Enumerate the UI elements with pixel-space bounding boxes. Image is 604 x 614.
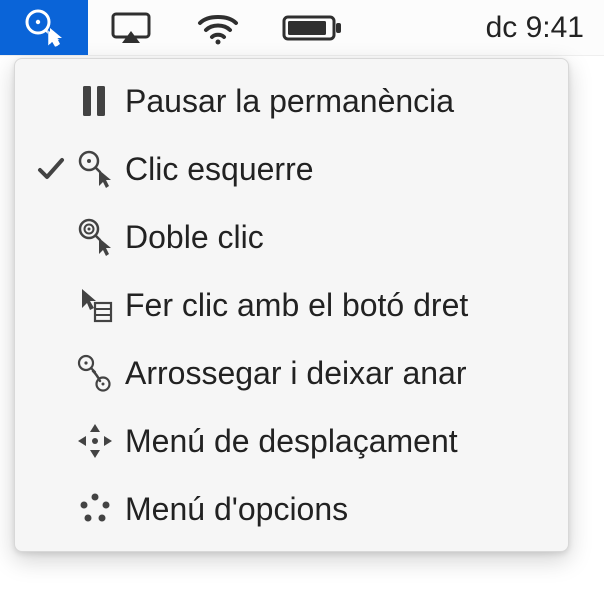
dwell-status-icon[interactable] [0, 0, 88, 55]
menu-item-scroll-menu[interactable]: Menú de desplaçament [15, 407, 568, 475]
pause-icon [80, 84, 110, 118]
menu-item-options-menu[interactable]: Menú d'opcions [15, 475, 568, 543]
menu-item-label: Doble clic [121, 219, 264, 256]
menu-item-right-click[interactable]: Fer clic amb el botó dret [15, 271, 568, 339]
clock[interactable]: dc 9:41 [363, 0, 604, 55]
checkmark-icon [37, 156, 65, 182]
menu-item-label: Pausar la permanència [121, 83, 454, 120]
options-menu-icon [76, 490, 114, 528]
menu-item-label: Fer clic amb el botó dret [121, 287, 468, 324]
airplay-icon[interactable] [88, 0, 173, 55]
menubar: dc 9:41 [0, 0, 604, 56]
battery-icon[interactable] [263, 0, 363, 55]
clock-text: dc 9:41 [486, 11, 584, 45]
menu-item-pause-dwell[interactable]: Pausar la permanència [15, 67, 568, 135]
menu-item-label: Clic esquerre [121, 151, 314, 188]
dwell-menu: Pausar la permanència Clic esquerre [14, 58, 569, 552]
wifi-icon[interactable] [173, 0, 263, 55]
double-click-icon [75, 217, 115, 257]
right-click-icon [75, 285, 115, 325]
menu-item-label: Menú d'opcions [121, 491, 348, 528]
menu-item-label: Arrossegar i deixar anar [121, 355, 466, 392]
menu-item-left-click[interactable]: Clic esquerre [15, 135, 568, 203]
left-click-icon [75, 149, 115, 189]
menu-item-label: Menú de desplaçament [121, 423, 458, 460]
drag-drop-icon [75, 353, 115, 393]
menu-item-double-click[interactable]: Doble clic [15, 203, 568, 271]
menu-item-drag-drop[interactable]: Arrossegar i deixar anar [15, 339, 568, 407]
scroll-menu-icon [76, 422, 114, 460]
